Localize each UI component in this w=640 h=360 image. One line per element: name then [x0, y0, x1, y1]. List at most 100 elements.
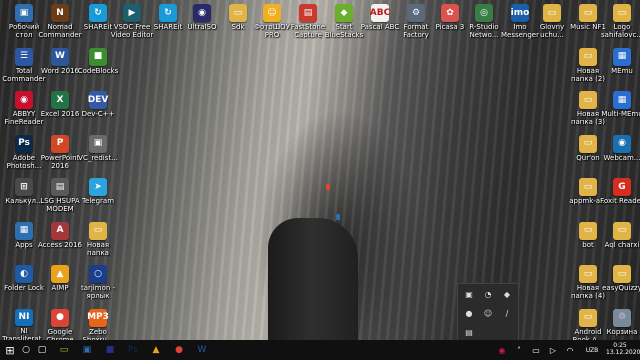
desktop-icon-image: ▣ — [15, 4, 33, 22]
desktop-icon-image: ▦ — [613, 91, 631, 109]
desktop-icon-image: W — [51, 47, 69, 66]
desktop-icon-image: ▣ — [89, 134, 107, 153]
task-view-icon[interactable]: ▢ — [34, 342, 50, 358]
desktop-icon-image: NI — [15, 308, 33, 327]
desktop-icon[interactable]: G Foxit Reader — [600, 176, 640, 220]
desktop-icon-image: ▭ — [579, 91, 597, 109]
pen-icon[interactable]: ∕ — [502, 309, 512, 319]
desktop-icon-label: CodeBlocks — [77, 66, 119, 75]
recording-icon[interactable]: ◉ — [494, 342, 510, 358]
climber-figure — [336, 214, 340, 220]
desktop-icon[interactable]: ▭ Aql charxi — [600, 220, 640, 264]
desktop-icon-image: Ps — [15, 134, 33, 153]
tray-overflow-popup: ▣ ◔ ◆ ● ☺ ∕ ▤ — [457, 283, 519, 340]
desktop-icon-image: ▭ — [579, 265, 597, 283]
desktop-icon-image: N — [51, 4, 69, 22]
desktop-icon-image: ☰ — [15, 47, 33, 66]
desktop-icon-image: ◉ — [15, 91, 33, 109]
desktop-icon[interactable]: MP3 Zebo Shoxru... — [76, 307, 120, 341]
desktop-icon-image: ▭ — [613, 221, 631, 240]
file-explorer-icon[interactable]: ▭ — [56, 342, 72, 358]
desktop-icon-label: MEmu — [611, 66, 633, 75]
desktop-icon[interactable]: ▦ Multi-MEmu — [600, 89, 640, 133]
desktop-icon[interactable]: DEV Dev-C++ — [76, 89, 120, 133]
wifi-icon[interactable]: ◠ — [562, 342, 578, 358]
desktop-icon-image: ◐ — [15, 265, 33, 283]
chrome-icon[interactable]: ● — [171, 342, 187, 358]
up-arrow-icon[interactable]: ˄ — [511, 342, 527, 358]
desktop-icon-image: ♲ — [613, 308, 631, 327]
desktop-icon[interactable]: ➤ Telegram — [76, 176, 120, 220]
language-indicator[interactable]: UZB — [584, 342, 600, 358]
desktop-icon-label: Logo sahifalovc... — [601, 23, 640, 39]
desktop-icon-label: Новая папка — [86, 240, 110, 257]
clock-date: 13.12.2020 — [606, 349, 640, 356]
desktop-icon-image: ▭ — [579, 47, 597, 66]
desktop-icon-label: Multi-MEmu — [601, 110, 640, 118]
network-icon[interactable]: ◔ — [483, 290, 493, 300]
desktop-icon-label: Dev-C++ — [81, 110, 115, 118]
word-icon[interactable]: W — [194, 342, 210, 358]
desktop-icon-image: ▭ — [613, 265, 631, 283]
avatar-icon[interactable]: ☺ — [483, 309, 493, 319]
desktop-icon-label: Zebo Shoxru... — [82, 327, 114, 341]
desktop-icon-image: ■ — [89, 47, 107, 66]
desktop-icon-image: ▤ — [299, 4, 317, 22]
desktop-icon-image: ▭ — [579, 221, 597, 240]
start-button[interactable]: ⊞ — [2, 342, 18, 358]
desktop-icon-image: ▭ — [579, 178, 597, 196]
desktop-icon-image: ▭ — [579, 4, 597, 22]
shield-icon[interactable]: ◆ — [502, 290, 512, 300]
desktop-icon-image: ▭ — [579, 134, 597, 153]
photoshop-icon[interactable]: Ps — [125, 342, 141, 358]
desktop-icon-image: ○ — [89, 265, 107, 283]
desktop-icon-image: ◆ — [335, 4, 353, 22]
desktop-icon-image: imo — [511, 4, 529, 22]
display-icon[interactable]: ▤ — [464, 328, 474, 338]
desktop-icon-label: Aql charxi — [604, 240, 640, 249]
desktop-icon-image: ↻ — [159, 4, 177, 22]
desktop-icon-image: X — [51, 91, 69, 109]
desktop-icon[interactable]: ▭ Новая папка — [76, 220, 120, 264]
desktop-icon-image: ▦ — [613, 47, 631, 66]
speaker-icon[interactable]: ▷ — [545, 342, 561, 358]
desktop-icon-image: P — [51, 134, 69, 153]
store-icon[interactable]: ▣ — [79, 342, 95, 358]
desktop-icon[interactable]: ■ CodeBlocks — [76, 46, 120, 90]
desktop-icon-image: ▲ — [51, 265, 69, 283]
desktop-icon-label: VC_redist... — [78, 153, 118, 162]
aimp-icon[interactable]: ▲ — [148, 342, 164, 358]
desktop-icon[interactable]: ▭ easyQuizzy — [600, 263, 640, 307]
desktop-icon-image: ▭ — [89, 221, 107, 240]
clock-time: 0:25 — [613, 342, 627, 349]
desktop-icon-image: G — [613, 178, 631, 196]
desktop-icon[interactable]: ○ tarjimon - ярлык — [76, 263, 120, 307]
desktop-icon[interactable]: ▦ MEmu — [600, 46, 640, 90]
desktop-icon-image: ▦ — [15, 221, 33, 240]
desktop-icon-image: ➤ — [89, 178, 107, 196]
desktop-icon[interactable]: ▣ VC_redist... — [76, 133, 120, 177]
rock-pillar — [268, 218, 358, 340]
desktop-icon-image: ● — [51, 308, 69, 327]
desktop-icon-image: A — [51, 221, 69, 240]
desktop-icon-label: tarjimon - ярлык — [80, 284, 116, 300]
desktop-icon-image: DEV — [88, 91, 108, 109]
clock[interactable]: 0:25 13.12.2020 — [606, 342, 640, 356]
media-player-icon[interactable]: ■ — [102, 342, 118, 358]
desktop-icon[interactable]: ▭ Logo sahifalovc... — [600, 2, 640, 46]
battery-icon[interactable]: ▭ — [528, 342, 544, 358]
desktop-icon-image: ▤ — [51, 178, 69, 196]
search-icon[interactable]: ○ — [18, 342, 34, 358]
desktop-icon-image: MP3 — [87, 308, 109, 327]
desktop-icon-image: ◎ — [475, 4, 493, 22]
desktop-icon[interactable]: ◉ Webcam... — [600, 133, 640, 177]
desktop-icon[interactable]: ♲ Корзина — [600, 307, 640, 341]
bluetooth-icon[interactable]: ▣ — [464, 290, 474, 300]
desktop-icon-label: Корзина — [606, 327, 638, 336]
desktop-icon-image: ◉ — [193, 4, 211, 22]
user-icon[interactable]: ● — [464, 309, 474, 319]
desktop-icon-image: ◉ — [613, 134, 631, 153]
desktop-icon-label: Telegram — [81, 197, 115, 205]
desktop-icon-image: ▭ — [579, 308, 597, 327]
desktop-icon-image: ↻ — [89, 4, 107, 22]
